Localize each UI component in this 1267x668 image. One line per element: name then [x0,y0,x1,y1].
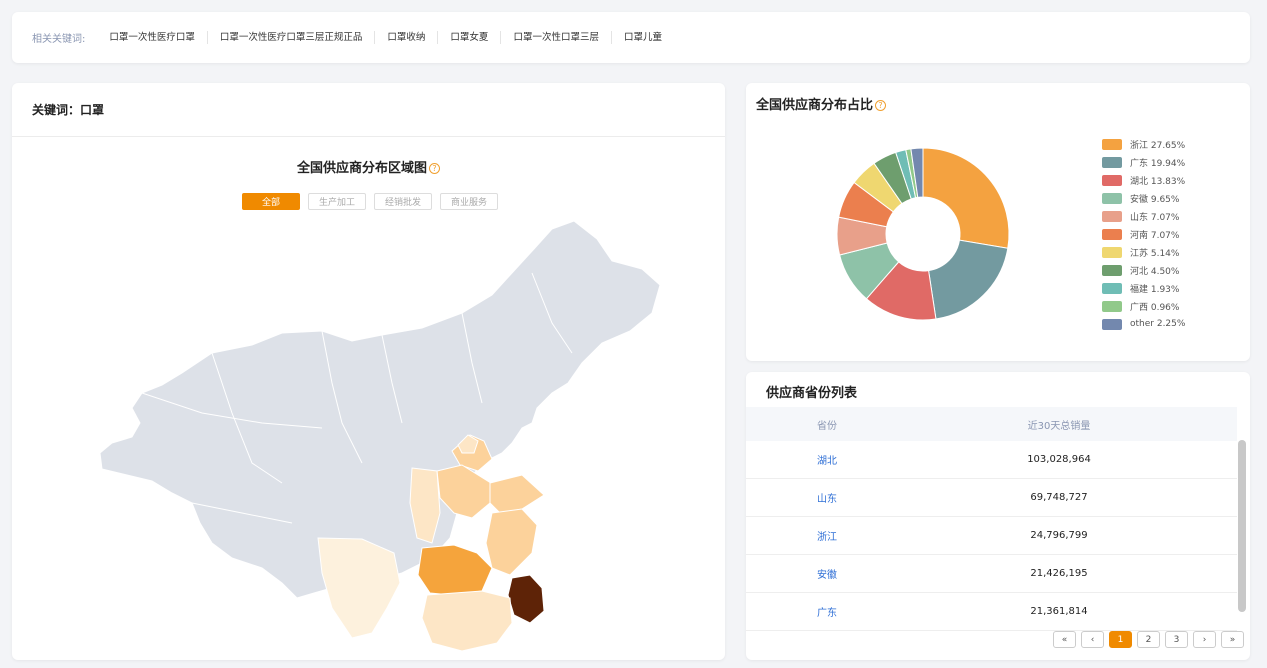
pie-card: 全国供应商分布占比? 浙江 27.65% 广东 19.94% 湖北 13.83% 安徽… [746,83,1250,361]
legend-label: 河南 7.07% [1130,230,1180,241]
legend-item[interactable]: 山东 7.07% [1102,207,1185,225]
table-header: 省份 近30天总销量 [746,407,1237,441]
legend-swatch [1102,282,1122,294]
sales-value: 69,748,727 [1030,492,1088,503]
keyword-link[interactable]: 口罩收纳 [374,31,437,44]
sales-value: 24,796,799 [1030,530,1088,541]
filter-button[interactable]: 经销批发 [374,193,432,210]
legend-item[interactable]: 福建 1.93% [1102,279,1185,297]
header-province: 省份 [817,420,837,432]
page-button[interactable]: » [1221,631,1244,648]
legend-label: 湖北 13.83% [1130,176,1186,187]
table-row: 山东 69,748,727 [746,479,1237,517]
legend-swatch [1102,174,1122,186]
legend-swatch [1102,300,1122,312]
legend-swatch [1102,210,1122,222]
province-link[interactable]: 安徽 [746,566,908,581]
table-row: 浙江 24,796,799 [746,517,1237,555]
filter-button[interactable]: 生产加工 [308,193,366,210]
table-row: 广东 21,361,814 [746,593,1237,631]
map-region-sichuan[interactable] [317,537,401,639]
keyword-link[interactable]: 口罩儿童 [610,31,674,44]
legend-item[interactable]: 河南 7.07% [1102,225,1185,243]
legend-swatch [1102,264,1122,276]
province-link[interactable]: 广东 [746,604,908,619]
map-title: 全国供应商分布区域图 [296,161,427,176]
legend-label: 广西 0.96% [1130,302,1180,313]
page-button[interactable]: › [1193,631,1216,648]
table-row: 安徽 21,426,195 [746,555,1237,593]
filter-button[interactable]: 全部 [242,193,300,210]
donut-slice[interactable] [928,239,1009,320]
legend-swatch [1102,192,1122,204]
pie-legend: 浙江 27.65% 广东 19.94% 湖北 13.83% 安徽 9.65% 山东 7.… [1102,135,1185,333]
legend-label: 浙江 27.65% [1130,140,1186,151]
legend-label: 安徽 9.65% [1130,194,1180,205]
province-link[interactable]: 湖北 [746,452,908,467]
header-sales-30d: 近30天总销量 [1027,420,1091,432]
sales-value: 103,028,964 [1027,454,1091,465]
legend-label: 江苏 5.14% [1130,248,1180,259]
legend-item[interactable]: 广东 19.94% [1102,153,1185,171]
legend-item[interactable]: 江苏 5.14% [1102,243,1185,261]
page-button[interactable]: 2 [1137,631,1160,648]
pagination: « ‹ 1 2 3 › » [1053,631,1244,648]
filter-button[interactable]: 商业服务 [440,193,498,210]
legend-item[interactable]: 河北 4.50% [1102,261,1185,279]
page-button[interactable]: ‹ [1081,631,1104,648]
province-link[interactable]: 山东 [746,490,908,505]
supplier-share-donut-chart [836,147,1010,321]
legend-label: 福建 1.93% [1130,284,1180,295]
legend-swatch [1102,318,1122,330]
pie-title: 全国供应商分布占比 [756,98,874,113]
province-table-card: 供应商省份列表 省份 近30天总销量 湖北 103,028,964 山东 69,748… [746,372,1250,660]
legend-item[interactable]: 浙江 27.65% [1102,135,1185,153]
pie-title-row: 全国供应商分布占比? [756,94,887,113]
keyword-link[interactable]: 口罩一次性口罩三层 [500,31,611,44]
legend-item[interactable]: other 2.25% [1102,315,1185,333]
map-title-row: 全国供应商分布区域图? [12,157,725,176]
donut-slice[interactable] [922,147,1010,249]
keyword-link[interactable]: 口罩一次性医疗口罩三层正规正品 [206,31,375,44]
province-link[interactable]: 浙江 [746,528,908,543]
question-circle-icon[interactable]: ? [875,100,887,111]
table-title: 供应商省份列表 [766,386,858,401]
legend-swatch [1102,156,1122,168]
legend-item[interactable]: 广西 0.96% [1102,297,1185,315]
sales-value: 21,361,814 [1030,606,1088,617]
related-keywords-bar: 相关关键词: 口罩一次性医疗口罩 口罩一次性医疗口罩三层正规正品 口罩收纳 口罩女夏口… [12,12,1250,63]
legend-item[interactable]: 湖北 13.83% [1102,171,1185,189]
legend-item[interactable]: 安徽 9.65% [1102,189,1185,207]
legend-label: 广东 19.94% [1130,158,1186,169]
keyword-link[interactable]: 口罩一次性医疗口罩 [109,31,207,44]
legend-swatch [1102,228,1122,240]
china-supplier-map [99,220,661,652]
keyword-header: 关键词：口罩 [12,83,725,137]
keyword-link[interactable]: 口罩女夏 [437,31,500,44]
table-body: 湖北 103,028,964 山东 69,748,727 浙江 24,796,799 安徽 2… [746,441,1237,631]
table-row: 湖北 103,028,964 [746,441,1237,479]
map-filter-group: 全部 生产加工 经销批发 商业服务 [242,193,498,210]
legend-swatch [1102,246,1122,258]
table-scrollbar[interactable] [1238,440,1246,612]
map-region-zhejiang[interactable] [507,574,545,624]
question-circle-icon[interactable]: ? [429,163,440,174]
map-region-jiangsu-anhui[interactable] [485,508,538,576]
map-region-hubei[interactable] [417,544,493,596]
page-button[interactable]: 1 [1109,631,1132,648]
legend-label: 山东 7.07% [1130,212,1180,223]
related-keywords-label: 相关关键词: [32,34,86,45]
page-button[interactable]: « [1053,631,1076,648]
map-region-shandong[interactable] [489,474,545,514]
legend-swatch [1102,138,1122,150]
related-keywords-list: 口罩一次性医疗口罩 口罩一次性医疗口罩三层正规正品 口罩收纳 口罩女夏 口罩一次性口罩三… [109,31,674,44]
map-card: 关键词：口罩 全国供应商分布区域图? 全部 生产加工 经销批发 商业服务 [12,83,725,660]
page-button[interactable]: 3 [1165,631,1188,648]
map-region-hunan-jiangxi[interactable] [421,590,513,652]
legend-label: 河北 4.50% [1130,266,1180,277]
map-region-base[interactable] [99,220,661,599]
sales-value: 21,426,195 [1030,568,1088,579]
legend-label: other 2.25% [1130,319,1186,329]
